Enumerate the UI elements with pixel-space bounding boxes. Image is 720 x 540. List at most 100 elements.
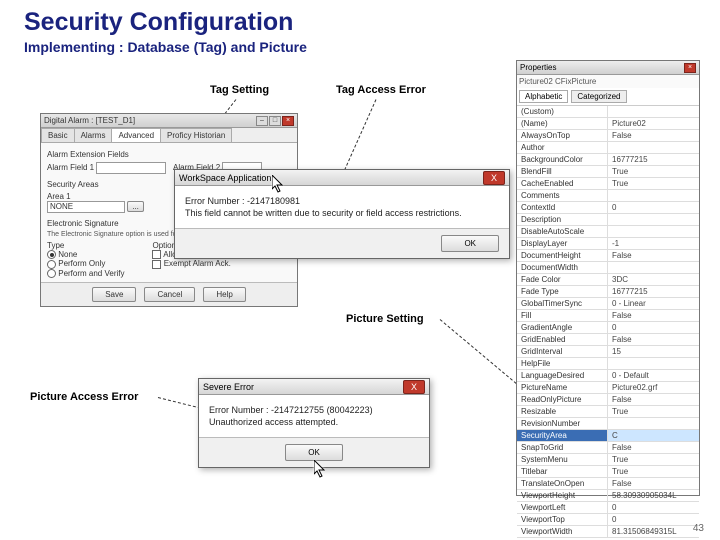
property-row[interactable]: ViewportTop0 — [517, 514, 699, 526]
property-row[interactable]: Author — [517, 142, 699, 154]
close-button[interactable]: × — [684, 63, 696, 73]
property-value[interactable] — [608, 358, 699, 369]
property-row[interactable]: GridInterval15 — [517, 346, 699, 358]
close-button[interactable]: X — [483, 171, 505, 185]
property-value[interactable]: Picture02.grf — [608, 382, 699, 393]
property-row[interactable]: ReadOnlyPictureFalse — [517, 394, 699, 406]
properties-object-selector[interactable]: Picture02 CFixPicture — [517, 75, 699, 88]
property-row[interactable]: HelpFile — [517, 358, 699, 370]
property-value[interactable] — [608, 418, 699, 429]
ok-button[interactable]: OK — [441, 235, 499, 252]
property-value[interactable]: 15 — [608, 346, 699, 357]
tab-advanced[interactable]: Advanced — [111, 128, 161, 142]
help-button[interactable]: Help — [203, 287, 245, 302]
property-row[interactable]: DocumentHeightFalse — [517, 250, 699, 262]
property-value[interactable]: 16777215 — [608, 154, 699, 165]
property-row[interactable]: GradientAngle0 — [517, 322, 699, 334]
property-row[interactable]: AlwaysOnTopFalse — [517, 130, 699, 142]
property-value[interactable]: True — [608, 166, 699, 177]
property-value[interactable]: 0 — [608, 322, 699, 333]
tab-alphabetic[interactable]: Alphabetic — [519, 90, 568, 103]
property-value[interactable] — [608, 190, 699, 201]
property-row[interactable]: BackgroundColor16777215 — [517, 154, 699, 166]
minimize-button[interactable]: – — [256, 116, 268, 126]
property-value[interactable]: True — [608, 178, 699, 189]
property-value[interactable]: C — [608, 430, 699, 441]
property-row[interactable]: SecurityAreaC — [517, 430, 699, 442]
property-value[interactable]: Picture02 — [608, 118, 699, 129]
property-value[interactable]: False — [608, 250, 699, 261]
property-row[interactable]: Fade Color3DC — [517, 274, 699, 286]
ok-button[interactable]: OK — [285, 444, 343, 461]
property-value[interactable]: False — [608, 442, 699, 453]
property-row[interactable]: GlobalTimerSync0 - Linear — [517, 298, 699, 310]
property-value[interactable]: 0 - Linear — [608, 298, 699, 309]
property-row[interactable]: CacheEnabledTrue — [517, 178, 699, 190]
tab-categorized[interactable]: Categorized — [571, 90, 626, 103]
tab-basic[interactable]: Basic — [41, 128, 75, 142]
properties-grid[interactable]: (Custom)(Name)Picture02AlwaysOnTopFalseA… — [517, 106, 699, 538]
property-row[interactable]: DocumentWidth — [517, 262, 699, 274]
radio-perform[interactable] — [47, 260, 56, 269]
cancel-button[interactable]: Cancel — [144, 287, 195, 302]
close-button[interactable]: × — [282, 116, 294, 126]
radio-verify[interactable] — [47, 269, 56, 278]
property-row[interactable]: FillFalse — [517, 310, 699, 322]
property-row[interactable]: BlendFillTrue — [517, 166, 699, 178]
property-value[interactable]: -1 — [608, 238, 699, 249]
property-row[interactable]: ViewportLeft0 — [517, 502, 699, 514]
property-row[interactable]: ResizableTrue — [517, 406, 699, 418]
property-value[interactable]: False — [608, 334, 699, 345]
property-value[interactable] — [608, 226, 699, 237]
chk-exempt[interactable] — [152, 260, 161, 269]
property-value[interactable] — [608, 142, 699, 153]
area1-input[interactable]: NONE — [47, 201, 125, 213]
property-value[interactable]: 0 — [608, 502, 699, 513]
maximize-button[interactable]: □ — [269, 116, 281, 126]
property-row[interactable]: LanguageDesired0 - Default — [517, 370, 699, 382]
area-browse-button[interactable]: ... — [127, 201, 144, 212]
tag-error-dialog: WorkSpace Application X Error Number : -… — [174, 169, 510, 259]
property-row[interactable]: Description — [517, 214, 699, 226]
tab-alarms[interactable]: Alarms — [74, 128, 113, 142]
property-value[interactable]: False — [608, 310, 699, 321]
property-row[interactable]: Fade Type16777215 — [517, 286, 699, 298]
property-row[interactable]: DisableAutoScale — [517, 226, 699, 238]
property-row[interactable]: TitlebarTrue — [517, 466, 699, 478]
chk-allow[interactable] — [152, 250, 161, 259]
property-value[interactable]: True — [608, 454, 699, 465]
alarm-field1-input[interactable] — [96, 162, 166, 174]
property-row[interactable]: SystemMenuTrue — [517, 454, 699, 466]
property-value[interactable]: 0 — [608, 514, 699, 525]
property-value[interactable]: True — [608, 466, 699, 477]
property-row[interactable]: TranslateOnOpenFalse — [517, 478, 699, 490]
radio-none[interactable] — [47, 250, 56, 259]
property-row[interactable]: ViewportWidth81.31506849315L — [517, 526, 699, 538]
property-row[interactable]: (Custom) — [517, 106, 699, 118]
save-button[interactable]: Save — [92, 287, 136, 302]
property-value[interactable]: 81.31506849315L — [608, 526, 699, 537]
property-value[interactable]: 58.30930905034L — [608, 490, 699, 501]
property-value[interactable]: False — [608, 478, 699, 489]
property-value[interactable]: 16777215 — [608, 286, 699, 297]
property-row[interactable]: (Name)Picture02 — [517, 118, 699, 130]
tab-historian[interactable]: Proficy Historian — [160, 128, 232, 142]
property-row[interactable]: DisplayLayer-1 — [517, 238, 699, 250]
property-value[interactable]: False — [608, 130, 699, 141]
property-value[interactable]: False — [608, 394, 699, 405]
property-row[interactable]: PictureNamePicture02.grf — [517, 382, 699, 394]
property-value[interactable]: True — [608, 406, 699, 417]
property-row[interactable]: SnapToGridFalse — [517, 442, 699, 454]
close-button[interactable]: X — [403, 380, 425, 394]
property-row[interactable]: Comments — [517, 190, 699, 202]
property-row[interactable]: GridEnabledFalse — [517, 334, 699, 346]
property-value[interactable]: 3DC — [608, 274, 699, 285]
property-value[interactable]: 0 - Default — [608, 370, 699, 381]
property-row[interactable]: ViewportHeight58.30930905034L — [517, 490, 699, 502]
property-value[interactable] — [608, 214, 699, 225]
property-row[interactable]: RevisionNumber — [517, 418, 699, 430]
property-value[interactable] — [608, 106, 699, 117]
property-value[interactable]: 0 — [608, 202, 699, 213]
property-row[interactable]: ContextId0 — [517, 202, 699, 214]
property-value[interactable] — [608, 262, 699, 273]
